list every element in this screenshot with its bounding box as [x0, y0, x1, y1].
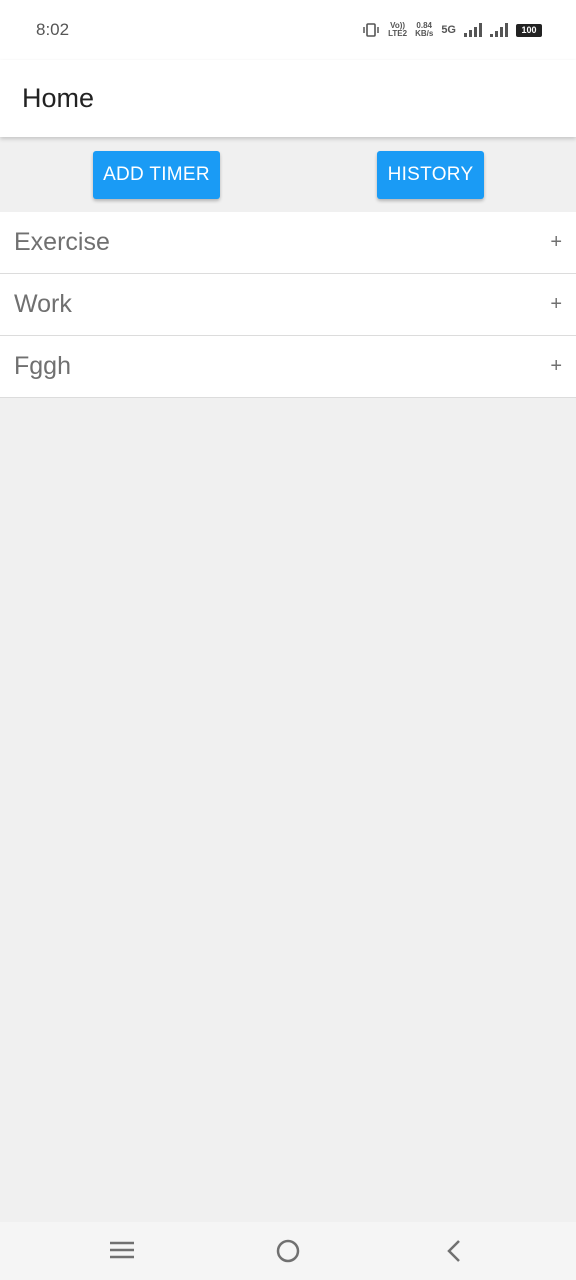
network-type: 5G — [441, 24, 456, 36]
vibrate-icon — [363, 23, 379, 37]
timer-item-work[interactable]: Work + — [0, 274, 576, 336]
system-nav-bar — [0, 1222, 576, 1280]
signal-icon — [464, 23, 482, 37]
status-indicators: Vo)) LTE2 0.84 KB/s 5G 100 — [362, 22, 542, 38]
timer-list: Exercise + Work + Fggh + — [0, 212, 576, 398]
signal-icon-secondary — [490, 23, 508, 37]
status-bar: 8:02 Vo)) LTE2 0.84 KB/s 5G 100 — [0, 0, 576, 60]
status-time: 8:02 — [36, 20, 70, 39]
plus-icon[interactable]: + — [550, 293, 562, 316]
lte-label: LTE2 — [388, 29, 408, 38]
page-title: Home — [22, 83, 95, 113]
home-icon[interactable] — [276, 1239, 300, 1263]
volte-indicator: Vo)) LTE2 — [388, 22, 407, 38]
add-timer-button[interactable]: ADD TIMER — [93, 151, 220, 199]
back-icon[interactable] — [445, 1239, 463, 1263]
timer-item-fggh[interactable]: Fggh + — [0, 336, 576, 398]
plus-icon[interactable]: + — [550, 231, 562, 254]
battery-level: 100 — [521, 25, 537, 35]
timer-label: Fggh — [14, 352, 71, 380]
timer-item-exercise[interactable]: Exercise + — [0, 212, 576, 274]
action-buttons: ADD TIMER HISTORY — [0, 137, 576, 212]
menu-icon[interactable] — [110, 1240, 134, 1260]
history-button[interactable]: HISTORY — [377, 151, 484, 199]
plus-icon[interactable]: + — [550, 355, 562, 378]
timer-label: Work — [14, 290, 72, 318]
battery-icon: 100 — [516, 23, 542, 37]
net-speed-unit: KB/s — [415, 29, 434, 38]
timer-label: Exercise — [14, 228, 110, 256]
net-speed: 0.84 KB/s — [415, 22, 433, 38]
app-bar: Home — [0, 60, 576, 137]
